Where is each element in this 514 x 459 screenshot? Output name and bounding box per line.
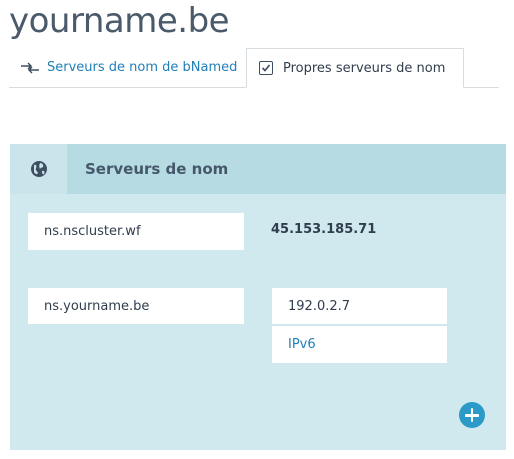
tab-bnamed-nameservers[interactable]: Serveurs de nom de bNamed	[19, 48, 237, 87]
panel-title: Serveurs de nom	[85, 160, 229, 178]
nameserver-2-hostname: ns.yourname.be	[44, 298, 150, 314]
nameserver-1-hostname: ns.nscluster.wf	[44, 224, 141, 239]
nameserver-2-ipv6-placeholder: IPv6	[288, 337, 316, 352]
swap-arrows-icon	[19, 61, 41, 75]
nameserver-panel: Serveurs de nom ns.nscluster.wf 45.153.1…	[10, 144, 506, 450]
globe-icon	[10, 144, 67, 194]
checkbox-checked-icon[interactable]	[259, 61, 273, 75]
nameserver-2-ipv4-input[interactable]: 192.0.2.7	[272, 288, 447, 324]
panel-header: Serveurs de nom	[10, 144, 506, 194]
nameserver-2-ipv4: 192.0.2.7	[288, 298, 351, 314]
tab-own-nameservers[interactable]: Propres serveurs de nom	[246, 48, 464, 88]
tab-bnamed-label: Serveurs de nom de bNamed	[47, 60, 238, 75]
nameserver-1-hostname-input[interactable]: ns.nscluster.wf	[28, 213, 244, 250]
page-title: yourname.be	[9, 1, 230, 41]
tab-own-label: Propres serveurs de nom	[283, 60, 446, 76]
nameserver-tabs: Serveurs de nom de bNamed Propres serveu…	[9, 48, 499, 88]
nameserver-2-ipv6-input[interactable]: IPv6	[272, 326, 447, 363]
add-nameserver-button[interactable]	[459, 402, 485, 428]
nameserver-2-hostname-input[interactable]: ns.yourname.be	[28, 288, 244, 324]
nameserver-1-ip: 45.153.185.71	[271, 222, 377, 237]
